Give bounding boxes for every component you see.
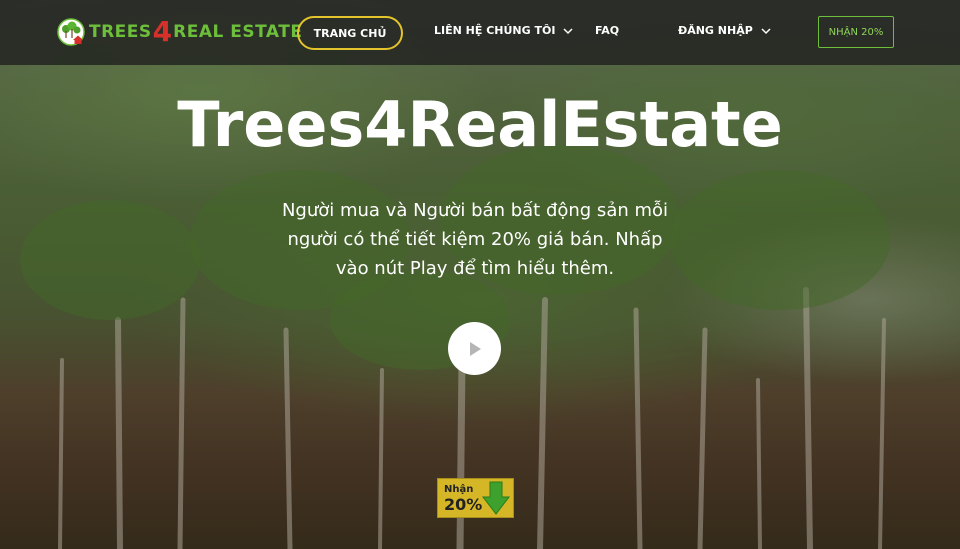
brand-wordmark: TREES 4 REAL ESTATE [89, 18, 302, 46]
brand-name-part1: TREES [89, 22, 152, 42]
chevron-down-icon [563, 27, 573, 34]
tree-house-logo-icon [57, 18, 85, 46]
nav-login-label: ĐĂNG NHẬP [678, 24, 753, 37]
chevron-down-icon [761, 27, 771, 34]
play-icon [469, 341, 481, 356]
play-video-button[interactable] [448, 322, 501, 375]
brand-name-digit: 4 [152, 15, 173, 48]
get-20-percent-badge[interactable]: Nhận 20% [437, 478, 514, 518]
arrow-down-icon [481, 481, 511, 515]
nav-contact-dropdown[interactable]: LIÊN HỆ CHÚNG TÔI [434, 24, 573, 37]
badge-label-top: Nhận [444, 484, 474, 495]
nav-contact-label: LIÊN HỆ CHÚNG TÔI [434, 24, 556, 37]
hero-subtitle: Người mua và Người bán bất động sản mỗi … [281, 200, 669, 279]
get-20-percent-button[interactable]: NHẬN 20% [818, 16, 894, 48]
nav-login-dropdown[interactable]: ĐĂNG NHẬP [678, 24, 771, 37]
brand-name-part2: REAL ESTATE [173, 22, 303, 42]
brand-logo[interactable]: TREES 4 REAL ESTATE [57, 17, 302, 47]
nav-home-button[interactable]: TRANG CHỦ [297, 16, 403, 50]
badge-label-main: 20% [444, 495, 483, 514]
hero-title: Trees4RealEstate [177, 88, 783, 161]
nav-faq-link[interactable]: FAQ [595, 24, 619, 37]
top-navbar: TREES 4 REAL ESTATE TRANG CHỦ LIÊN HỆ CH… [0, 0, 960, 65]
